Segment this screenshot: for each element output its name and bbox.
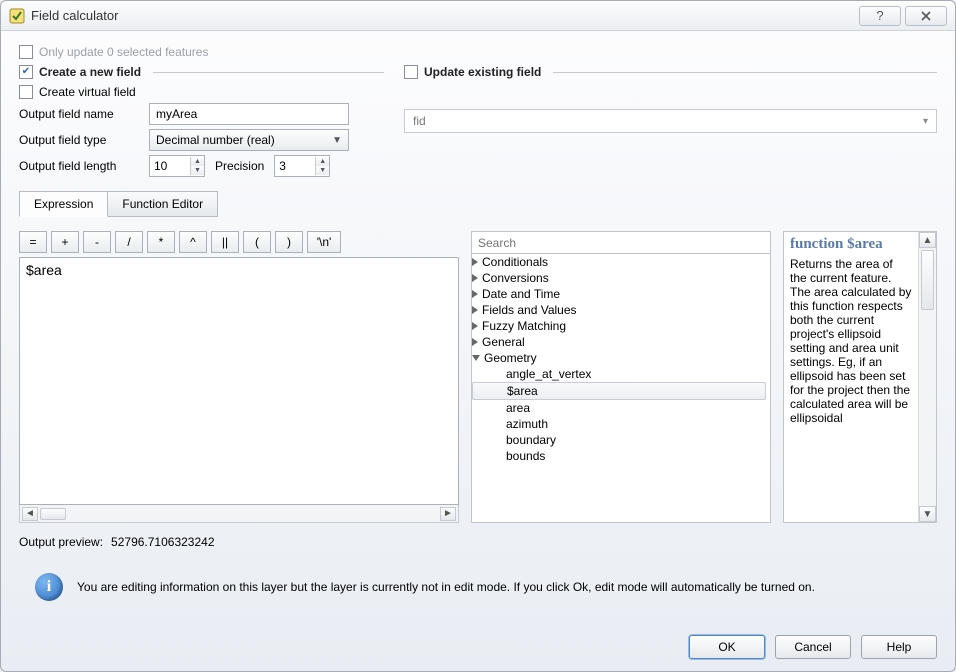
- output-field-name-input[interactable]: [149, 103, 349, 125]
- precision-label: Precision: [215, 159, 264, 173]
- expression-hscroll[interactable]: ◄ ►: [19, 505, 459, 523]
- output-field-type-label: Output field type: [19, 133, 139, 147]
- op-concat[interactable]: ||: [211, 231, 239, 253]
- tab-function-editor[interactable]: Function Editor: [107, 191, 218, 217]
- spin-down-icon[interactable]: ▼: [191, 166, 204, 175]
- create-virtual-field-checkbox[interactable]: [19, 85, 33, 99]
- expression-textarea[interactable]: $area: [19, 257, 459, 505]
- only-update-selected-label: Only update 0 selected features: [39, 45, 208, 59]
- output-field-length-spin[interactable]: ▲▼: [149, 155, 205, 177]
- op-lparen[interactable]: (: [243, 231, 271, 253]
- tree-group[interactable]: Fields and Values: [482, 303, 577, 317]
- function-tree[interactable]: Conditionals Conversions Date and Time F…: [472, 254, 770, 522]
- info-message: You are editing information on this laye…: [77, 580, 815, 594]
- ok-button[interactable]: OK: [689, 635, 765, 659]
- help-body: Returns the area of the current feature.…: [790, 257, 912, 425]
- editor-tabs: Expression Function Editor: [19, 191, 937, 217]
- scroll-thumb[interactable]: [40, 508, 66, 520]
- output-field-name-label: Output field name: [19, 107, 139, 121]
- op-minus[interactable]: -: [83, 231, 111, 253]
- op-multiply[interactable]: *: [147, 231, 175, 253]
- output-field-length-label: Output field length: [19, 159, 139, 173]
- function-search-input[interactable]: [472, 232, 770, 254]
- titlebar: Field calculator ?: [1, 1, 955, 31]
- output-preview-value: 52796.7106323242: [111, 535, 214, 549]
- spin-up-icon[interactable]: ▲: [316, 157, 329, 166]
- op-equals[interactable]: =: [19, 231, 47, 253]
- create-new-field-checkbox[interactable]: [19, 65, 33, 79]
- scroll-left-icon[interactable]: ◄: [22, 507, 38, 521]
- help-button[interactable]: Help: [861, 635, 937, 659]
- output-preview-label: Output preview:: [19, 535, 103, 549]
- update-existing-field-label: Update existing field: [424, 65, 541, 79]
- tree-group[interactable]: Date and Time: [482, 287, 560, 301]
- info-icon: i: [35, 573, 63, 601]
- function-help-panel: function $area Returns the area of the c…: [784, 232, 918, 522]
- create-virtual-field-label: Create virtual field: [39, 85, 136, 99]
- spin-down-icon[interactable]: ▼: [316, 166, 329, 175]
- field-calculator-window: Field calculator ? Only update 0 selecte…: [0, 0, 956, 672]
- output-field-type-select[interactable]: Decimal number (real) ▼: [149, 129, 349, 151]
- update-existing-field-select[interactable]: fid ▾: [404, 109, 937, 133]
- help-title: function $area: [790, 236, 912, 253]
- close-icon: [920, 10, 932, 22]
- scroll-down-icon[interactable]: ▼: [919, 506, 936, 522]
- window-title: Field calculator: [31, 8, 118, 23]
- output-field-type-value: Decimal number (real): [156, 133, 275, 147]
- tree-item[interactable]: angle_at_vertex: [506, 367, 591, 381]
- tree-item[interactable]: bounds: [506, 449, 545, 463]
- output-field-length-value[interactable]: [150, 157, 190, 175]
- app-icon: [9, 8, 25, 24]
- chevron-down-icon: ▼: [332, 135, 342, 146]
- op-newline[interactable]: '\n': [307, 231, 341, 253]
- tree-group[interactable]: General: [482, 335, 525, 349]
- tree-item[interactable]: azimuth: [506, 417, 548, 431]
- dialog-button-row: OK Cancel Help: [1, 623, 955, 671]
- tree-item[interactable]: boundary: [506, 433, 556, 447]
- only-update-selected-checkbox[interactable]: [19, 45, 33, 59]
- tree-item-area-dollar[interactable]: $area: [507, 384, 538, 398]
- scroll-right-icon[interactable]: ►: [440, 507, 456, 521]
- operator-row: = + - / * ^ || ( ) '\n': [19, 231, 459, 253]
- cancel-button[interactable]: Cancel: [775, 635, 851, 659]
- help-vscroll[interactable]: ▲ ▼: [918, 232, 936, 522]
- op-divide[interactable]: /: [115, 231, 143, 253]
- tree-group[interactable]: Conditionals: [482, 255, 548, 269]
- tree-group-geometry[interactable]: Geometry: [484, 351, 537, 365]
- tab-expression[interactable]: Expression: [19, 191, 108, 217]
- tree-group[interactable]: Conversions: [482, 271, 549, 285]
- op-power[interactable]: ^: [179, 231, 207, 253]
- chevron-down-icon: ▾: [923, 116, 928, 127]
- precision-value[interactable]: [275, 157, 315, 175]
- divider: [553, 72, 937, 73]
- update-existing-field-value: fid: [413, 114, 426, 128]
- expression-text: $area: [26, 262, 62, 278]
- update-existing-field-checkbox[interactable]: [404, 65, 418, 79]
- help-titlebar-button[interactable]: ?: [859, 6, 901, 26]
- close-titlebar-button[interactable]: [905, 6, 947, 26]
- op-rparen[interactable]: ): [275, 231, 303, 253]
- create-new-field-label: Create a new field: [39, 65, 141, 79]
- tree-item[interactable]: area: [506, 401, 530, 415]
- tree-group[interactable]: Fuzzy Matching: [482, 319, 566, 333]
- op-plus[interactable]: +: [51, 231, 79, 253]
- scroll-thumb[interactable]: [921, 250, 934, 310]
- precision-spin[interactable]: ▲▼: [274, 155, 330, 177]
- spin-up-icon[interactable]: ▲: [191, 157, 204, 166]
- scroll-up-icon[interactable]: ▲: [919, 232, 936, 248]
- divider: [153, 72, 384, 73]
